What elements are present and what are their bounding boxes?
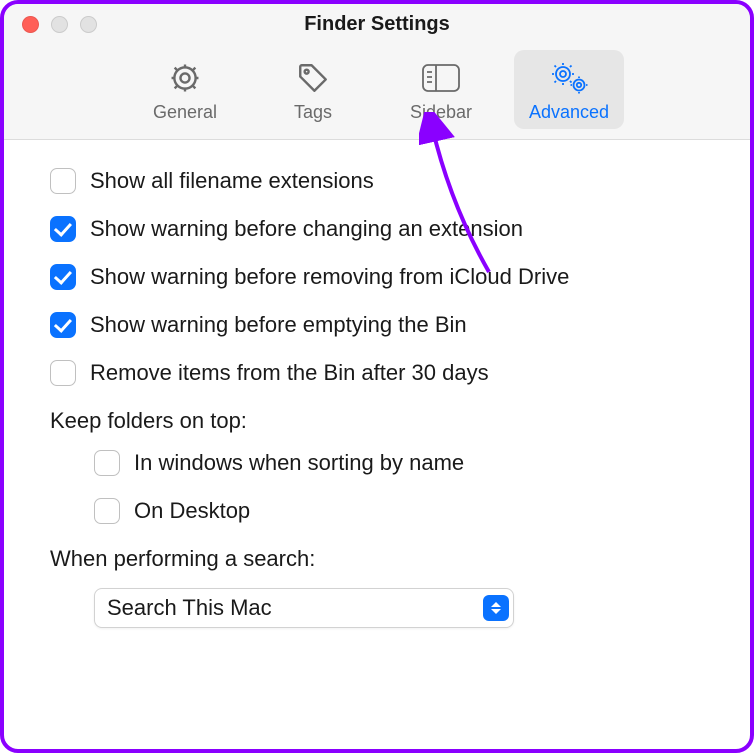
minimize-window-button[interactable] <box>51 16 68 33</box>
gear-icon <box>168 58 202 98</box>
option-label: On Desktop <box>134 498 250 524</box>
option-label: Show warning before emptying the Bin <box>90 312 467 338</box>
tab-label: Tags <box>294 102 332 123</box>
checkbox-folders-on-desktop[interactable] <box>94 498 120 524</box>
checkbox-warn-remove-icloud[interactable] <box>50 264 76 290</box>
tab-label: Sidebar <box>410 102 472 123</box>
tab-advanced[interactable]: Advanced <box>514 50 624 129</box>
option-label: Show all filename extensions <box>90 168 374 194</box>
tag-icon <box>296 58 330 98</box>
checkbox-warn-empty-bin[interactable] <box>50 312 76 338</box>
keep-folders-label: Keep folders on top: <box>50 408 704 434</box>
sidebar-icon <box>421 58 461 98</box>
tab-general[interactable]: General <box>130 50 240 129</box>
checkbox-show-extensions[interactable] <box>50 168 76 194</box>
zoom-window-button[interactable] <box>80 16 97 33</box>
search-scope-select[interactable]: Search This Mac <box>94 588 514 628</box>
advanced-pane: Show all filename extensions Show warnin… <box>4 140 750 656</box>
toolbar: General Tags Sidebar <box>4 44 750 140</box>
option-label: In windows when sorting by name <box>134 450 464 476</box>
tab-sidebar[interactable]: Sidebar <box>386 50 496 129</box>
window-title: Finder Settings <box>4 13 750 36</box>
tab-tags[interactable]: Tags <box>258 50 368 129</box>
titlebar: Finder Settings <box>4 4 750 44</box>
close-window-button[interactable] <box>22 16 39 33</box>
option-label: Remove items from the Bin after 30 days <box>90 360 489 386</box>
checkbox-folders-in-windows[interactable] <box>94 450 120 476</box>
updown-arrows-icon <box>483 595 509 621</box>
window-controls <box>4 16 97 33</box>
checkbox-remove-30-days[interactable] <box>50 360 76 386</box>
tab-label: Advanced <box>529 102 609 123</box>
gears-icon <box>549 58 589 98</box>
search-scope-label: When performing a search: <box>50 546 704 572</box>
select-value: Search This Mac <box>107 595 272 621</box>
checkbox-warn-change-extension[interactable] <box>50 216 76 242</box>
option-label: Show warning before changing an extensio… <box>90 216 523 242</box>
tab-label: General <box>153 102 217 123</box>
option-label: Show warning before removing from iCloud… <box>90 264 569 290</box>
